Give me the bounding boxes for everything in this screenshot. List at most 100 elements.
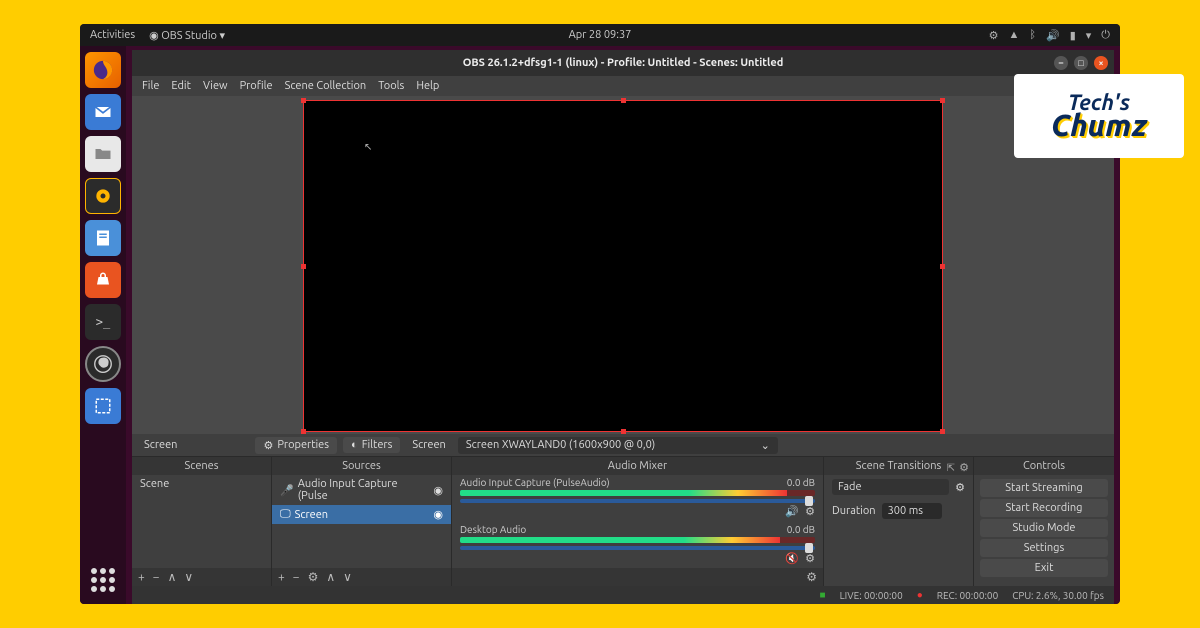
settings-button[interactable]: Settings xyxy=(980,539,1108,557)
settings-icon: ⚙ xyxy=(989,29,999,42)
eye-icon[interactable]: ◉ xyxy=(433,484,443,497)
menu-profile[interactable]: Profile xyxy=(240,80,273,92)
track-db: 0.0 dB xyxy=(787,524,815,535)
duration-input[interactable]: 300 ms xyxy=(882,503,942,519)
speaker-icon[interactable]: 🔊 xyxy=(785,505,799,518)
cursor-icon: ↖ xyxy=(364,141,372,153)
menubar: File Edit View Profile Scene Collection … xyxy=(132,76,1114,96)
system-tray[interactable]: ⚙ ▲ ᛒ 🔊 ▮ ▾ ⏻ xyxy=(989,29,1110,42)
remove-scene-button[interactable]: − xyxy=(153,571,160,584)
menu-help[interactable]: Help xyxy=(416,80,439,92)
dock-rhythmbox[interactable] xyxy=(85,178,121,214)
scenes-panel: Scenes Scene + − ∧ ∨ xyxy=(132,457,272,586)
bluetooth-icon: ᛒ xyxy=(1029,29,1036,41)
titlebar[interactable]: OBS 26.1.2+dfsg1-1 (linux) - Profile: Un… xyxy=(132,50,1114,76)
transitions-panel: Scene Transitions⇱⚙ Fade ⚙ Duration 300 … xyxy=(824,457,974,586)
scene-down-button[interactable]: ∨ xyxy=(184,570,193,584)
sources-panel: Sources 🎤Audio Input Capture (Pulse◉ 🖵Sc… xyxy=(272,457,452,586)
preview-canvas[interactable]: ↖ xyxy=(303,100,943,432)
scenes-header: Scenes xyxy=(132,457,271,475)
exit-button[interactable]: Exit xyxy=(980,559,1108,577)
status-indicator-icon: ■ xyxy=(820,589,826,601)
start-streaming-button[interactable]: Start Streaming xyxy=(980,479,1108,497)
filter-icon: ◐ xyxy=(351,439,358,451)
cpu-status: CPU: 2.6%, 30.00 fps xyxy=(1012,590,1104,601)
gnome-topbar: Activities ◉ OBS Studio ▾ Apr 28 09:37 ⚙… xyxy=(80,24,1120,46)
maximize-button[interactable]: □ xyxy=(1074,56,1088,70)
live-status: LIVE: 00:00:00 xyxy=(840,590,903,601)
dock-thunderbird[interactable] xyxy=(85,94,121,130)
dock-files[interactable] xyxy=(85,136,121,172)
minimize-button[interactable]: – xyxy=(1054,56,1068,70)
dock-firefox[interactable] xyxy=(85,52,121,88)
volume-slider[interactable] xyxy=(460,499,815,503)
source-name-label: Screen xyxy=(138,437,183,453)
obs-window: OBS 26.1.2+dfsg1-1 (linux) - Profile: Un… xyxy=(132,50,1114,604)
dock: >_ xyxy=(80,46,126,604)
source-toolbar: Screen ⚙Properties ◐Filters Screen Scree… xyxy=(132,434,1114,456)
source-down-button[interactable]: ∨ xyxy=(343,570,352,584)
gear-icon[interactable]: ⚙ xyxy=(805,552,815,565)
display-icon: 🖵 xyxy=(280,508,291,521)
source-settings-button[interactable]: ⚙ xyxy=(308,570,319,584)
mixer-track: Desktop Audio 0.0 dB 🔇 ⚙ xyxy=(452,522,823,568)
dock-apps-grid[interactable] xyxy=(85,562,121,598)
screen-select[interactable]: Screen XWAYLAND0 (1600x900 @ 0,0)⌄ xyxy=(458,437,778,454)
chevron-down-icon: ▾ xyxy=(1086,29,1092,42)
activities-button[interactable]: Activities xyxy=(90,29,135,41)
mixer-track: Audio Input Capture (PulseAudio) 0.0 dB 🔊… xyxy=(452,475,823,522)
transitions-header: Scene Transitions⇱⚙ xyxy=(824,457,973,475)
power-icon: ⏻ xyxy=(1101,29,1110,42)
menu-view[interactable]: View xyxy=(203,80,228,92)
sources-header: Sources xyxy=(272,457,451,475)
network-icon: ▲ xyxy=(1009,29,1020,41)
volume-icon: 🔊 xyxy=(1046,29,1060,42)
source-item[interactable]: 🖵Screen◉ xyxy=(272,505,451,524)
audio-mixer-panel: Audio Mixer Audio Input Capture (PulseAu… xyxy=(452,457,824,586)
menu-file[interactable]: File xyxy=(142,80,159,92)
rec-indicator-icon: ● xyxy=(917,589,923,601)
mic-icon: 🎤 xyxy=(280,484,294,497)
clock[interactable]: Apr 28 09:37 xyxy=(569,29,632,41)
watermark-logo: Tech's Chumz xyxy=(1014,74,1184,158)
transition-select[interactable]: Fade xyxy=(832,479,949,495)
volume-slider[interactable] xyxy=(460,546,815,550)
track-db: 0.0 dB xyxy=(787,477,815,488)
track-name: Desktop Audio xyxy=(460,524,526,535)
scene-item[interactable]: Scene xyxy=(132,475,271,493)
screen-label: Screen xyxy=(406,437,451,453)
source-item[interactable]: 🎤Audio Input Capture (Pulse◉ xyxy=(272,475,451,505)
rec-status: REC: 00:00:00 xyxy=(937,590,998,601)
controls-panel: Controls Start Streaming Start Recording… xyxy=(974,457,1114,586)
studio-mode-button[interactable]: Studio Mode xyxy=(980,519,1108,537)
battery-icon: ▮ xyxy=(1070,29,1076,42)
controls-header: Controls xyxy=(974,457,1114,475)
track-name: Audio Input Capture (PulseAudio) xyxy=(460,477,610,488)
chevron-down-icon: ⌄ xyxy=(761,439,770,452)
add-scene-button[interactable]: + xyxy=(138,571,145,584)
eye-icon[interactable]: ◉ xyxy=(433,508,443,521)
remove-source-button[interactable]: − xyxy=(293,571,300,584)
properties-button[interactable]: ⚙Properties xyxy=(255,437,337,454)
preview-area[interactable]: ↖ xyxy=(132,96,1114,434)
gear-icon[interactable]: ⚙ xyxy=(805,505,815,518)
app-menu[interactable]: ◉ OBS Studio ▾ xyxy=(149,29,225,42)
dock-obs[interactable] xyxy=(85,346,121,382)
speaker-muted-icon[interactable]: 🔇 xyxy=(785,552,799,565)
dock-screenshot[interactable] xyxy=(85,388,121,424)
scene-up-button[interactable]: ∧ xyxy=(168,570,177,584)
dock-software[interactable] xyxy=(85,262,121,298)
menu-scene-collection[interactable]: Scene Collection xyxy=(285,80,367,92)
window-title: OBS 26.1.2+dfsg1-1 (linux) - Profile: Un… xyxy=(463,57,784,69)
filters-button[interactable]: ◐Filters xyxy=(343,437,400,453)
dock-writer[interactable] xyxy=(85,220,121,256)
add-source-button[interactable]: + xyxy=(278,571,285,584)
gear-icon[interactable]: ⚙ xyxy=(955,481,965,494)
menu-tools[interactable]: Tools xyxy=(378,80,404,92)
dock-terminal[interactable]: >_ xyxy=(85,304,121,340)
close-button[interactable]: × xyxy=(1094,56,1108,70)
menu-edit[interactable]: Edit xyxy=(171,80,191,92)
mixer-settings-button[interactable]: ⚙ xyxy=(806,570,817,584)
start-recording-button[interactable]: Start Recording xyxy=(980,499,1108,517)
source-up-button[interactable]: ∧ xyxy=(326,570,335,584)
